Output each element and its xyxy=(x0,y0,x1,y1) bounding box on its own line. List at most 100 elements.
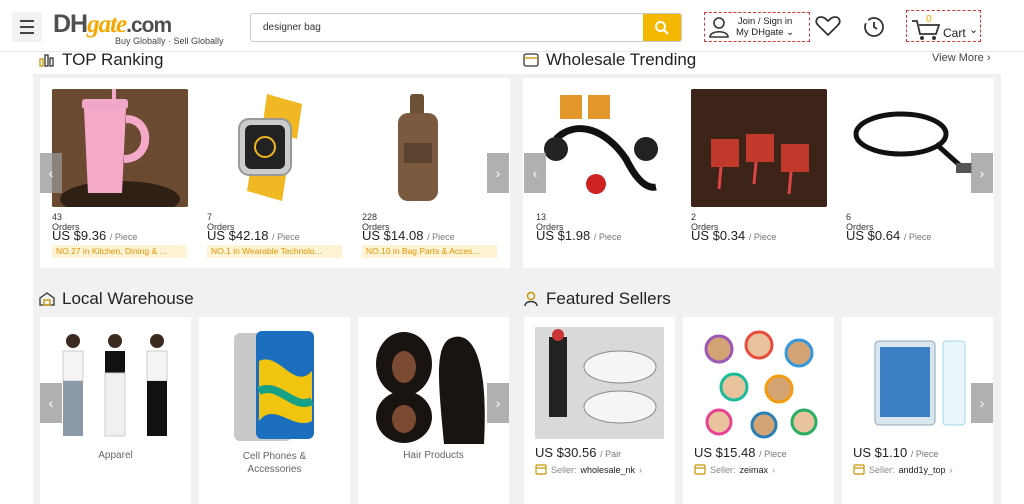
store-icon xyxy=(853,464,865,475)
product-image-watch[interactable] xyxy=(207,89,343,207)
chevron-right-icon[interactable]: › xyxy=(487,153,509,193)
price-value: US $0.34 xyxy=(691,228,746,243)
product-image-tumbler[interactable] xyxy=(52,89,188,207)
gift-boxes-illustration xyxy=(691,89,827,207)
chevron-down-icon: ⌄ xyxy=(969,24,979,36)
price-value: US $0.64 xyxy=(846,228,901,243)
chevron-left-icon[interactable]: ‹ xyxy=(524,153,546,193)
search-icon xyxy=(655,20,669,35)
seller-name: zeimax xyxy=(739,464,769,475)
category-label: Apparel xyxy=(98,450,133,461)
seller-prefix: Seller: xyxy=(551,464,577,475)
price-unit: / Piece xyxy=(593,232,622,242)
product-price: US $0.34 / Piece xyxy=(691,228,776,243)
chevron-right-icon[interactable]: › xyxy=(971,383,993,423)
top-ranking-title: TOP Ranking xyxy=(62,50,164,69)
price-value: US $30.56 xyxy=(535,445,597,460)
price-unit: / Piece xyxy=(427,232,455,242)
product-image-usb-cable[interactable] xyxy=(846,89,982,207)
logo[interactable]: DHgate.com xyxy=(53,10,172,39)
price-value: US $15.48 xyxy=(694,445,756,460)
view-more-link[interactable]: View More › xyxy=(932,52,991,64)
price-unit: / Piece xyxy=(748,232,777,242)
price-unit: / Piece xyxy=(903,232,932,242)
price-value: US $9.36 xyxy=(52,228,107,243)
user-icon xyxy=(709,17,729,38)
warehouse-category-card[interactable]: Apparel xyxy=(40,317,191,504)
wholesale-trending-heading: Wholesale Trending xyxy=(523,50,696,70)
chevron-left-icon[interactable]: ‹ xyxy=(40,153,62,193)
price-unit: / Pair xyxy=(600,449,622,459)
product-price: US $1.98 / Piece xyxy=(536,228,621,243)
seller-link[interactable]: Seller: wholesale_nk › xyxy=(535,464,642,475)
phone-mount-illustration xyxy=(544,95,658,194)
seller-name: andd1y_top xyxy=(898,464,946,475)
brooches-image[interactable] xyxy=(694,327,823,439)
product-price: US $9.36 / Piece xyxy=(52,228,137,243)
warehouse-category-card[interactable]: Cell Phones & Accessories xyxy=(199,317,350,504)
cart-button[interactable]: 0 Cart ⌄ xyxy=(906,10,981,42)
rank-tag[interactable]: NO.10 in Bag Parts & Acces... xyxy=(362,245,497,258)
price-value: US $1.10 xyxy=(853,445,908,460)
history-icon xyxy=(862,15,884,37)
menu-icon[interactable] xyxy=(12,12,42,42)
product-price: US $42.18 / Piece xyxy=(207,228,300,243)
view-more-label: View More xyxy=(932,52,984,64)
rank-tag[interactable]: NO.27 in Kitchen, Dining & ... xyxy=(52,245,187,258)
ranking-icon xyxy=(39,54,54,67)
seller-link[interactable]: Seller: zeimax › xyxy=(694,464,775,475)
warehouse-icon xyxy=(39,292,55,306)
category-label: Hair Products xyxy=(403,450,464,461)
cell-phone-image[interactable] xyxy=(234,331,314,443)
seller-name: wholesale_nk xyxy=(580,464,636,475)
header: DHgate.com Buy Globally · Sell Globally … xyxy=(0,0,1024,52)
product-price: US $15.48 / Piece xyxy=(694,445,787,460)
chevron-right-icon: › xyxy=(986,52,991,64)
product-image-luggage-tag[interactable] xyxy=(362,89,498,207)
seller-card[interactable]: US $15.48 / Piece Seller: zeimax › xyxy=(683,317,834,504)
wholesale-trending-title: Wholesale Trending xyxy=(546,50,697,69)
account-signin-text: Join / Sign in xyxy=(737,16,793,27)
tablet-image[interactable] xyxy=(853,327,982,439)
history-button[interactable] xyxy=(862,15,886,44)
price-unit: / Piece xyxy=(272,232,300,242)
tagline: Buy Globally · Sell Globally xyxy=(115,36,224,46)
chevron-right-icon: › xyxy=(772,464,776,475)
seller-link[interactable]: Seller: andd1y_top › xyxy=(853,464,953,475)
price-value: US $1.98 xyxy=(536,228,591,243)
logo-dh: DH xyxy=(53,10,88,38)
chevron-right-icon[interactable]: › xyxy=(971,153,993,193)
price-value: US $42.18 xyxy=(207,228,269,243)
account-mydhgate-text: My DHgate xyxy=(736,27,784,38)
wishlist-button[interactable] xyxy=(815,15,841,42)
featured-sellers-title: Featured Sellers xyxy=(546,289,671,308)
product-image-phone-mount[interactable] xyxy=(536,89,672,207)
apparel-image[interactable] xyxy=(48,329,183,444)
rank-tag[interactable]: NO.1 in Wearable Technolo... xyxy=(207,245,342,258)
price-unit: / Piece xyxy=(910,449,939,459)
chevron-right-icon: › xyxy=(639,464,643,475)
seller-card[interactable]: US $30.56 / Pair Seller: wholesale_nk › xyxy=(524,317,675,504)
product-image-gift-boxes[interactable] xyxy=(691,89,827,207)
sneakers-image[interactable] xyxy=(535,327,664,439)
store-icon xyxy=(694,464,706,475)
chevron-down-icon: ⌄ xyxy=(786,27,795,38)
chevron-right-icon[interactable]: › xyxy=(487,383,509,423)
seller-prefix: Seller: xyxy=(710,464,736,475)
store-icon xyxy=(535,464,547,475)
search-button[interactable] xyxy=(643,14,681,41)
local-warehouse-title: Local Warehouse xyxy=(62,289,194,308)
product-price: US $1.10 / Piece xyxy=(853,445,938,460)
tumbler-illustration xyxy=(52,89,188,207)
heart-icon xyxy=(815,16,841,37)
search-input[interactable] xyxy=(251,14,643,41)
hair-products-image[interactable] xyxy=(374,329,494,444)
product-price: US $30.56 / Pair xyxy=(535,445,621,460)
search-bar xyxy=(250,13,682,42)
featured-sellers-heading: Featured Sellers xyxy=(523,289,671,309)
account-button[interactable]: Join / Sign in My DHgate ⌄ xyxy=(704,12,810,42)
watch-illustration xyxy=(238,94,302,201)
chevron-left-icon[interactable]: ‹ xyxy=(40,383,62,423)
seller-prefix: Seller: xyxy=(869,464,895,475)
price-unit: / Piece xyxy=(109,232,138,242)
